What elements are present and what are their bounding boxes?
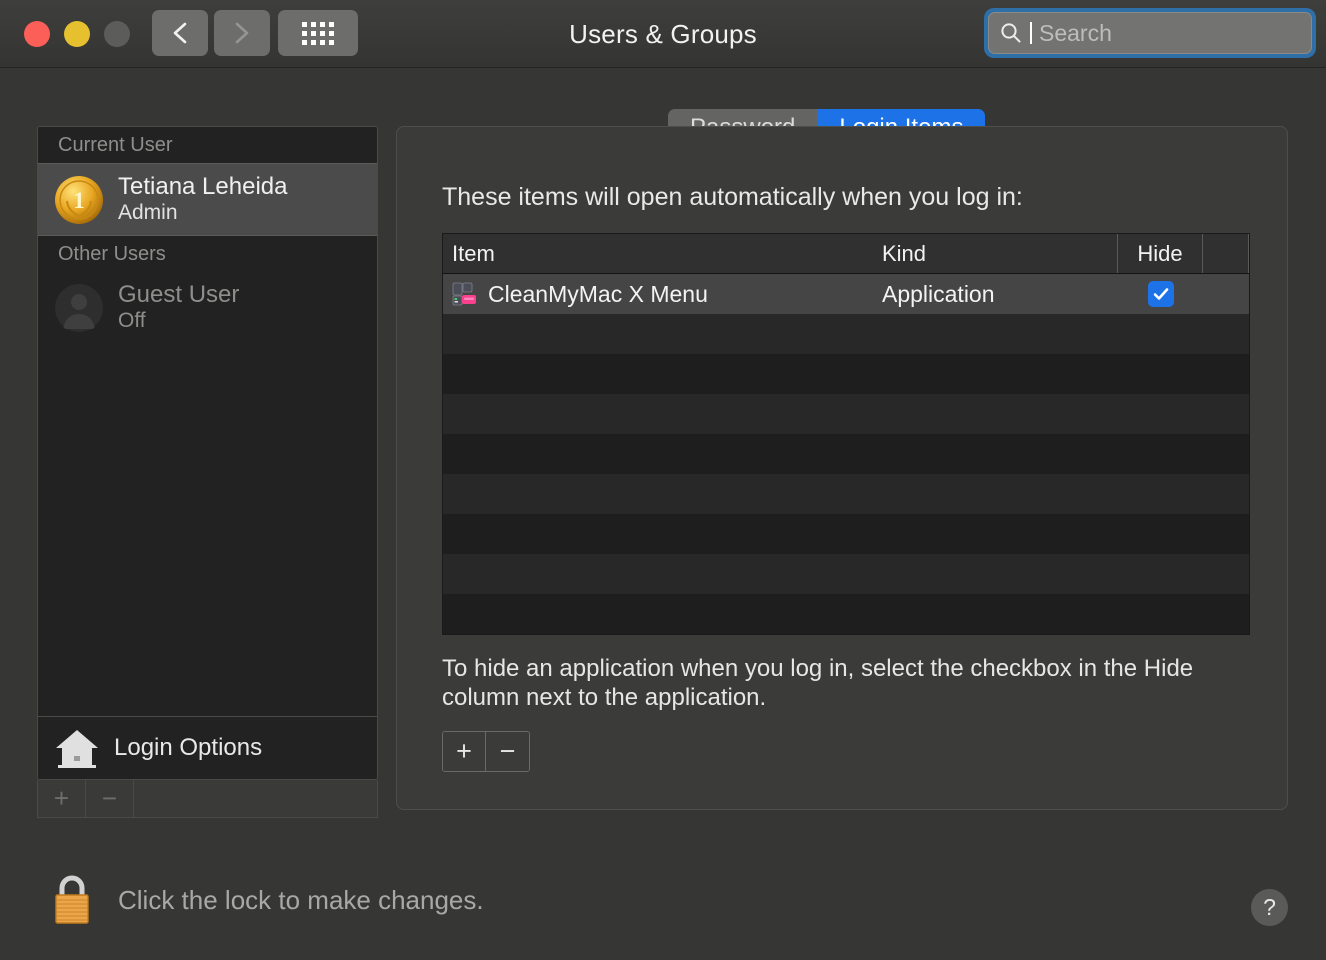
person-silhouette-avatar: [55, 283, 103, 332]
table-header-row: Item Kind Hide: [443, 234, 1249, 274]
gold-medal-avatar: 1: [55, 175, 103, 224]
current-user-header: Current User: [38, 127, 377, 163]
guest-user-status: Off: [118, 309, 146, 333]
guest-user-name: Guest User: [118, 281, 240, 309]
table-empty-row[interactable]: [443, 434, 1249, 474]
remove-login-item-button[interactable]: −: [486, 732, 529, 771]
add-user-button: +: [38, 780, 86, 817]
column-header-kind[interactable]: Kind: [873, 234, 1118, 273]
column-header-hide[interactable]: Hide: [1118, 234, 1203, 273]
current-user-name: Tetiana Leheida: [118, 173, 288, 200]
table-row[interactable]: CleanMyMac X Menu Application: [443, 274, 1249, 314]
text-cursor: [1030, 22, 1032, 44]
checkmark-icon: [1153, 288, 1168, 300]
hide-checkbox[interactable]: [1147, 281, 1174, 307]
lock-area[interactable]: Click the lock to make changes.: [48, 872, 484, 928]
add-login-item-button[interactable]: +: [443, 732, 486, 771]
login-items-table: Item Kind Hide CleanMyMac X Menu Applica…: [442, 233, 1250, 635]
table-empty-row[interactable]: [443, 594, 1249, 634]
table-empty-row[interactable]: [443, 554, 1249, 594]
table-empty-row[interactable]: [443, 314, 1249, 354]
users-sidebar: Current User 1 Tetiana Leheida Admin Oth…: [37, 126, 378, 780]
other-users-header: Other Users: [38, 236, 377, 273]
current-user-role: Admin: [118, 201, 178, 225]
sidebar-item-current-user[interactable]: 1 Tetiana Leheida Admin: [38, 163, 377, 237]
lock-label: Click the lock to make changes.: [118, 884, 484, 915]
lock-icon[interactable]: [48, 872, 96, 928]
svg-text:1: 1: [73, 188, 85, 213]
search-focus-ring: Search: [984, 8, 1316, 58]
remove-user-button: −: [86, 780, 134, 817]
row-item-cell: CleanMyMac X Menu: [443, 281, 873, 308]
sidebar-item-login-options[interactable]: Login Options: [38, 716, 377, 779]
house-icon: [56, 730, 98, 768]
panel-heading: These items will open automatically when…: [442, 183, 1023, 211]
table-empty-row[interactable]: [443, 474, 1249, 514]
search-placeholder: Search: [1039, 19, 1112, 46]
help-button[interactable]: ?: [1251, 889, 1288, 926]
table-empty-row[interactable]: [443, 514, 1249, 554]
login-items-panel: These items will open automatically when…: [396, 126, 1288, 810]
row-hide-cell: [1118, 281, 1203, 307]
search-icon: [1001, 23, 1021, 43]
row-kind-cell: Application: [882, 280, 995, 307]
table-empty-row[interactable]: [443, 354, 1249, 394]
column-header-item[interactable]: Item: [443, 234, 873, 273]
table-empty-row[interactable]: [443, 394, 1249, 434]
hide-column-note: To hide an application when you log in, …: [442, 655, 1194, 711]
sidebar-toolbar: + −: [37, 780, 378, 818]
sidebar-item-guest-user[interactable]: Guest User Off: [38, 272, 377, 343]
row-item-label: CleanMyMac X Menu: [488, 280, 708, 307]
column-header-spacer: [1203, 234, 1249, 273]
login-items-add-remove: + −: [442, 731, 530, 772]
cleanmymac-x-menu-icon: [452, 282, 476, 306]
search-input[interactable]: Search: [988, 12, 1312, 54]
login-options-label: Login Options: [114, 734, 263, 761]
window-titlebar: Users & Groups Search: [0, 0, 1326, 68]
